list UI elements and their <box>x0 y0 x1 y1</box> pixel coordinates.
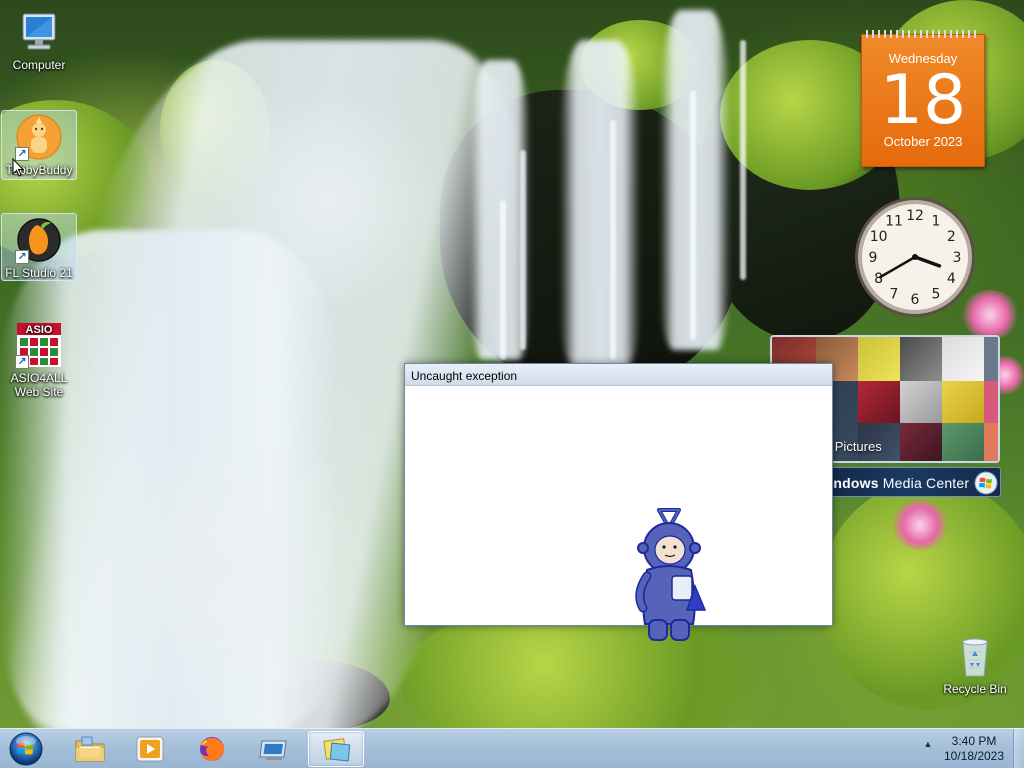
clock-numeral: 1 <box>932 214 941 230</box>
tray-time: 3:40 PM <box>951 734 997 748</box>
wallpaper-mist <box>40 440 400 700</box>
shortcut-arrow-icon: ↗ <box>15 250 29 264</box>
clock-numeral: 10 <box>870 229 888 245</box>
clock-numeral: 9 <box>869 250 878 266</box>
desktop-icon-fl-studio[interactable]: ↗ FL Studio 21 <box>1 213 77 281</box>
desktop-icon-label: Recycle Bin <box>943 682 1007 696</box>
fl-studio-icon: ↗ <box>15 216 63 264</box>
shortcut-arrow-icon: ↗ <box>15 355 29 369</box>
desktop-icon-label: Computer <box>12 58 66 72</box>
show-desktop-button[interactable] <box>1013 729 1024 768</box>
wallpaper-streak <box>690 90 696 340</box>
mouse-cursor-icon <box>12 157 25 181</box>
desktop-icon-recycle-bin[interactable]: Recycle Bin <box>937 630 1013 698</box>
desktop-icon-label: FL Studio 21 <box>5 266 73 280</box>
media-tile <box>984 337 998 381</box>
taskbar-button-app-window[interactable] <box>246 731 302 767</box>
calendar-gadget[interactable]: Wednesday 18 October 2023 <box>861 30 985 167</box>
window-app-icon <box>259 740 287 760</box>
tray-clock[interactable]: 3:40 PM 10/18/2023 <box>938 734 1010 764</box>
desktop-icon-label-line2: Web Site <box>14 385 64 399</box>
wallpaper-streak <box>610 120 616 360</box>
computer-icon <box>15 8 63 56</box>
clock-numeral: 6 <box>911 292 920 308</box>
calendar-rings <box>866 30 980 38</box>
taskbar: ▲ 3:40 PM 10/18/2023 <box>0 728 1024 768</box>
tinky-winky-icon <box>635 508 707 641</box>
media-tile <box>858 337 900 381</box>
windows-logo-icon <box>974 471 998 495</box>
media-tile <box>984 423 998 461</box>
clock-numeral: 5 <box>932 286 941 302</box>
asio4all-icon: ASIO ↗ <box>15 321 63 369</box>
firefox-icon <box>200 737 224 761</box>
tubbybuddy-icon: ↗ <box>15 113 63 161</box>
taskbar-button-file-explorer[interactable] <box>62 731 118 767</box>
windows-start-icon <box>9 732 43 766</box>
wallpaper-flower <box>890 500 950 550</box>
media-tile <box>942 381 984 423</box>
wallpaper-waterfall <box>560 40 640 370</box>
wallpaper-streak <box>520 150 526 350</box>
media-tile <box>900 337 942 381</box>
taskbar-button-tubbybuddy[interactable] <box>308 731 364 767</box>
media-player-icon <box>136 736 164 762</box>
media-tile <box>942 337 984 381</box>
wallpaper-streak <box>740 40 746 280</box>
desktop-icon-asio4all[interactable]: ASIO ↗ ASIO4ALL Web Site <box>1 319 77 401</box>
tray-date: 10/18/2023 <box>943 749 1005 763</box>
calendar-day: 18 <box>879 61 967 140</box>
wallpaper-mist <box>200 100 460 300</box>
media-tile <box>942 423 984 461</box>
clock-gadget[interactable]: 12 1 2 3 4 5 6 7 8 9 10 11 <box>853 195 977 319</box>
clock-numeral: 3 <box>953 250 962 266</box>
folder-icon <box>75 736 105 762</box>
show-hidden-icons-button[interactable]: ▲ <box>922 739 934 753</box>
wallpaper-streak <box>500 200 506 360</box>
start-button[interactable] <box>6 731 46 767</box>
taskbar-button-firefox[interactable] <box>184 731 240 767</box>
desktop-icon-computer[interactable]: Computer <box>1 6 77 74</box>
media-tile <box>900 423 942 461</box>
asio-logo-text: ASIO <box>26 324 53 336</box>
clock-numeral: 8 <box>874 271 883 287</box>
media-center-label: Windows Media Center <box>816 475 970 491</box>
dialog-body <box>405 387 832 641</box>
clock-numeral: 12 <box>906 208 924 224</box>
tubbybuddy-task-icon <box>323 738 351 762</box>
dialog-titlebar[interactable]: Uncaught exception <box>405 364 832 386</box>
clock-numeral: 4 <box>947 271 956 287</box>
clock-numeral: 11 <box>885 214 903 230</box>
clock-numeral: 7 <box>890 286 899 302</box>
taskbar-button-media-player[interactable] <box>122 731 178 767</box>
media-tile <box>900 381 942 423</box>
recycle-bin-icon <box>951 632 999 680</box>
desktop-icon-label-line1: ASIO4ALL <box>10 371 68 385</box>
media-tile <box>984 381 998 423</box>
desktop-icon-label: ASIO4ALL Web Site <box>1 371 77 399</box>
clock-numeral: 2 <box>947 229 956 245</box>
uncaught-exception-dialog[interactable]: Uncaught exception <box>404 363 833 641</box>
dialog-title: Uncaught exception <box>411 369 518 383</box>
